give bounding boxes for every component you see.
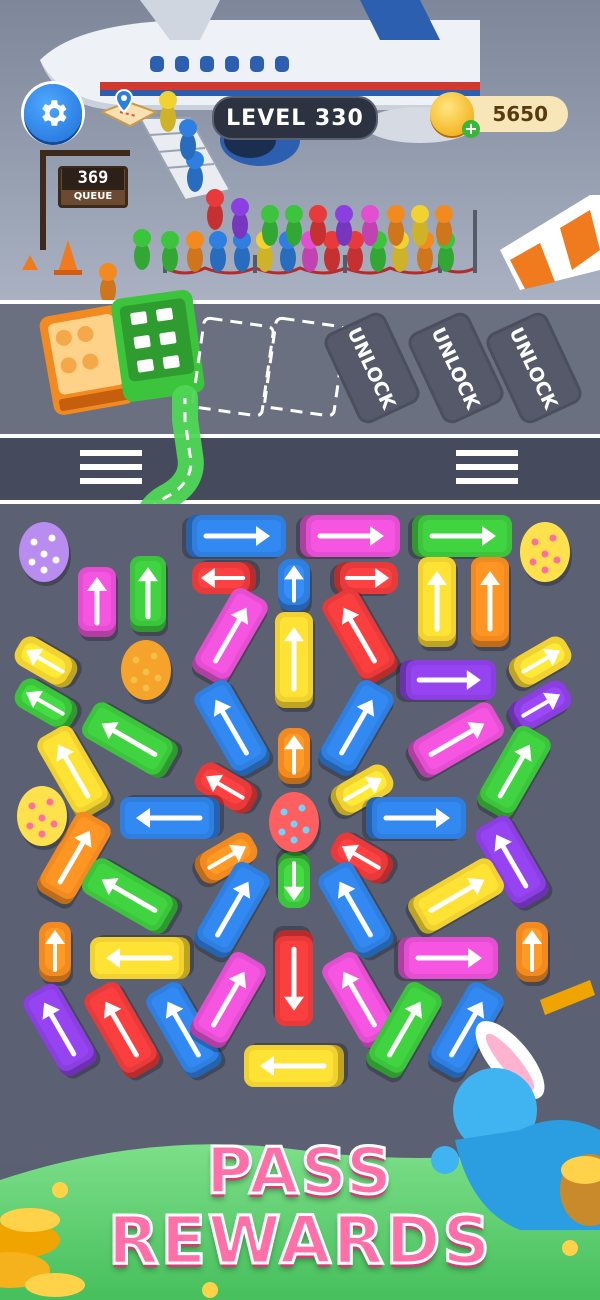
bus[interactable] [408,515,512,559]
passenger [159,91,177,132]
passenger [206,189,224,230]
passenger [231,198,249,239]
car[interactable] [39,922,73,986]
bus[interactable] [90,935,194,979]
car[interactable] [278,728,312,788]
level-indicator: LEVEL 330 [212,96,378,140]
gear-icon [42,100,67,126]
settings-button[interactable] [24,84,82,142]
bus[interactable] [182,515,286,559]
bus[interactable] [130,556,168,636]
passenger [387,205,405,246]
queue-label: QUEUE [73,191,113,202]
car[interactable] [192,560,260,594]
parked-bus-green [111,289,205,402]
map-button[interactable] [98,88,160,136]
passenger [261,205,279,246]
passenger [186,231,204,272]
passenger [361,205,379,246]
bus[interactable] [296,515,400,559]
bus[interactable] [78,567,118,641]
passenger [335,205,353,246]
bus[interactable] [273,926,313,1026]
bus[interactable] [396,660,496,702]
passenger [209,231,227,272]
bus[interactable] [275,612,315,712]
passenger [309,205,327,246]
passenger [133,229,151,270]
car[interactable] [516,922,550,986]
car[interactable] [278,559,312,615]
car[interactable] [330,562,398,596]
bus[interactable] [418,557,458,651]
queue-sign-arm [40,150,130,156]
queue-sign-post [40,150,46,250]
passenger [99,263,117,304]
bus[interactable] [394,937,498,981]
car[interactable] [276,848,310,908]
banner-title-line1: PASS [205,1134,394,1211]
bus[interactable] [362,797,466,841]
passenger [435,205,453,246]
bus[interactable] [244,1043,348,1087]
queue-count: 369 [62,168,124,190]
bus[interactable] [120,795,224,839]
plus-icon[interactable]: + [462,120,480,138]
banner-title-line2: REWARDS [107,1201,492,1281]
passenger [179,119,197,160]
passenger [161,231,179,272]
passenger [285,205,303,246]
passenger [411,205,429,246]
bus[interactable] [471,557,511,651]
